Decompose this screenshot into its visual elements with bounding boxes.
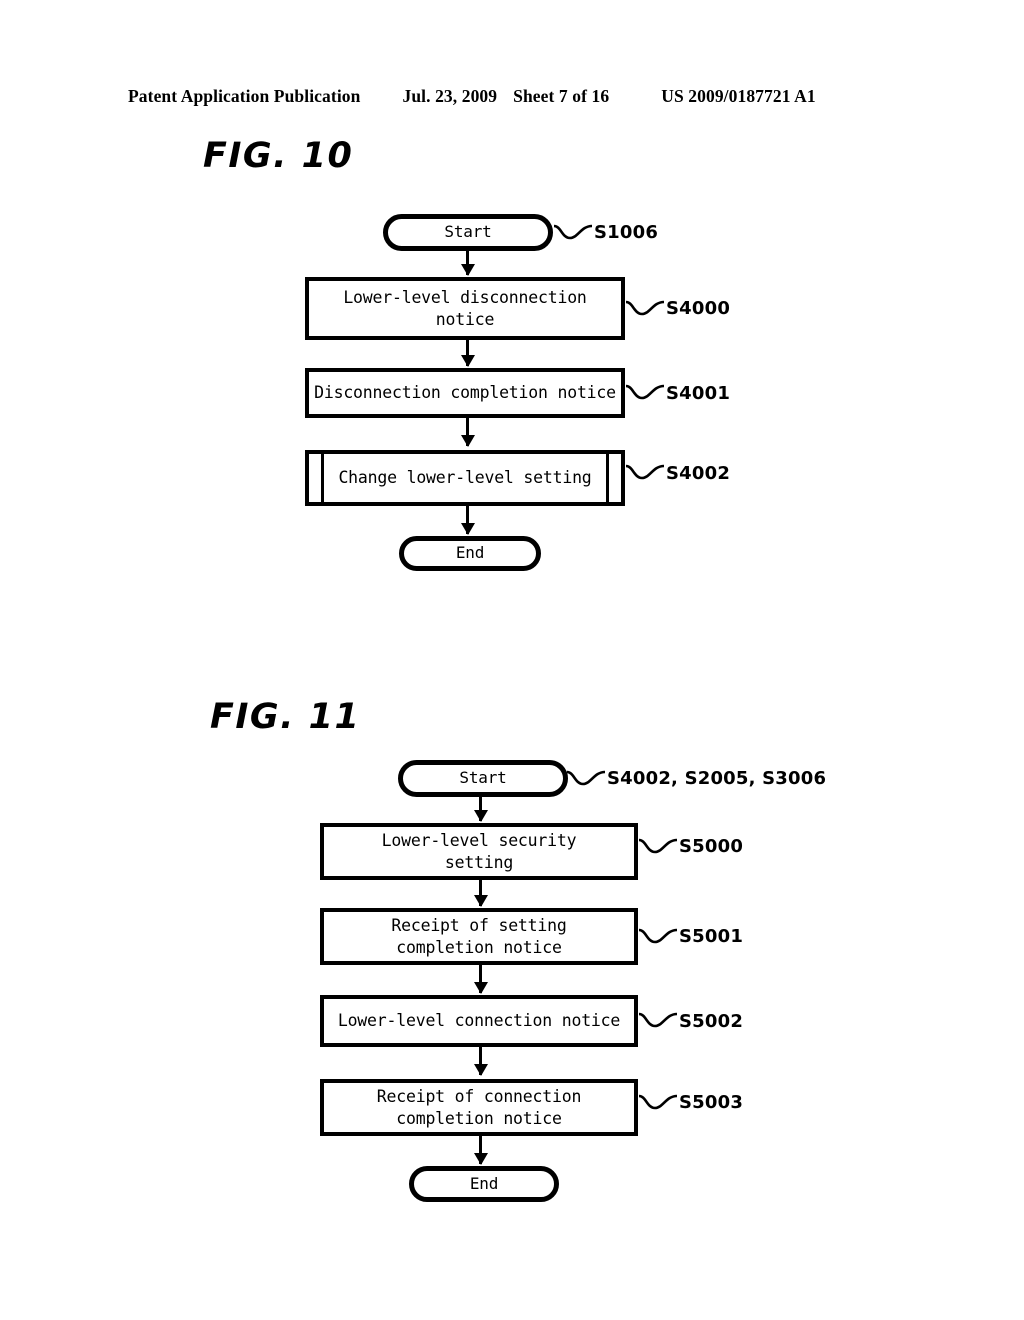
fig11-ref-s5002: S5002 [638, 995, 743, 1047]
header-sheet-number: Sheet 7 of 16 [513, 86, 610, 106]
leader-line-icon [638, 1094, 678, 1109]
fig11-connector-5 [479, 1136, 482, 1164]
fig11-ref-s5002-text: S5002 [679, 1010, 744, 1032]
fig10-connector-2 [466, 340, 469, 366]
fig10-ref-start: S1006 [553, 214, 658, 251]
fig11-ref-s5003: S5003 [638, 1074, 743, 1131]
fig10-ref-s4002-text: S4002 [666, 462, 731, 484]
fig10-connector-1 [466, 251, 469, 275]
header-patent-number: US 2009/0187721 A1 [661, 86, 816, 106]
fig11-node-s5000: Lower-level security setting [320, 823, 638, 880]
fig10-connector-3 [466, 418, 469, 446]
fig11-node-s5001-label: Receipt of setting completion notice [391, 916, 567, 957]
fig11-node-end-label: End [469, 1173, 499, 1193]
fig11-node-start: Start [398, 760, 568, 797]
fig10-node-start: Start [383, 214, 553, 251]
fig10-node-s4002-label: Change lower-level setting [338, 468, 592, 488]
fig11-ref-s5003-text: S5003 [679, 1092, 744, 1113]
fig11-node-s5002: Lower-level connection notice [320, 995, 638, 1047]
fig11-node-s5003: Receipt of connection completion notice [320, 1079, 638, 1136]
header-publication-title: Patent Application Publication [128, 86, 361, 106]
fig10-node-s4002: Change lower-level setting [305, 450, 625, 506]
fig11-node-end: End [409, 1166, 559, 1202]
leader-line-icon [638, 1012, 678, 1028]
fig11-ref-start: S4002, S2005, S3006 [566, 760, 826, 797]
fig10-node-s4000: Lower-level disconnection notice [305, 277, 625, 340]
fig11-node-s5001: Receipt of setting completion notice [320, 908, 638, 965]
fig10-ref-s4000-text: S4000 [666, 298, 731, 319]
fig11-connector-2 [479, 880, 482, 906]
fig11-ref-s5000-text: S5000 [679, 836, 744, 857]
fig11-ref-s5000: S5000 [638, 818, 743, 875]
fig11-connector-4 [479, 1047, 482, 1075]
figure-11-title: FIG. 11 [210, 697, 361, 737]
fig11-ref-s5001-text: S5001 [679, 926, 744, 947]
leader-line-icon [625, 300, 665, 315]
leader-line-icon [625, 464, 665, 480]
page-header: Patent Application Publication Jul. 23, … [128, 86, 896, 112]
leader-line-icon [638, 928, 678, 943]
fig11-connector-1 [479, 797, 482, 821]
fig11-node-s5002-label: Lower-level connection notice [337, 1011, 621, 1031]
fig11-node-s5003-label: Receipt of connection completion notice [376, 1087, 582, 1128]
leader-line-icon [566, 770, 606, 785]
fig10-node-s4000-label: Lower-level disconnection notice [343, 288, 587, 329]
fig10-ref-s4002: S4002 [625, 445, 730, 501]
fig10-ref-s4001: S4001 [625, 368, 730, 418]
fig10-node-end: End [399, 536, 541, 571]
fig10-node-s4001-label: Disconnection completion notice [314, 383, 616, 403]
fig10-node-start-label: Start [444, 222, 492, 242]
fig10-node-s4001: Disconnection completion notice [305, 368, 625, 418]
fig11-ref-s5001: S5001 [638, 908, 743, 965]
fig10-ref-s4001-text: S4001 [666, 382, 731, 404]
fig10-node-end-label: End [455, 543, 485, 563]
fig11-node-s5000-label: Lower-level security setting [381, 831, 577, 872]
figure-10-title: FIG. 10 [203, 136, 354, 176]
fig10-ref-s4000: S4000 [625, 277, 730, 340]
header-date: Jul. 23, 2009 [402, 86, 498, 106]
fig10-ref-start-text: S1006 [594, 222, 659, 243]
leader-line-icon [638, 838, 678, 853]
leader-line-icon [625, 384, 665, 400]
fig11-connector-3 [479, 965, 482, 993]
fig11-node-start-label: Start [459, 768, 507, 788]
fig10-connector-4 [466, 506, 469, 534]
fig11-ref-start-text: S4002, S2005, S3006 [607, 768, 827, 789]
leader-line-icon [553, 224, 593, 239]
